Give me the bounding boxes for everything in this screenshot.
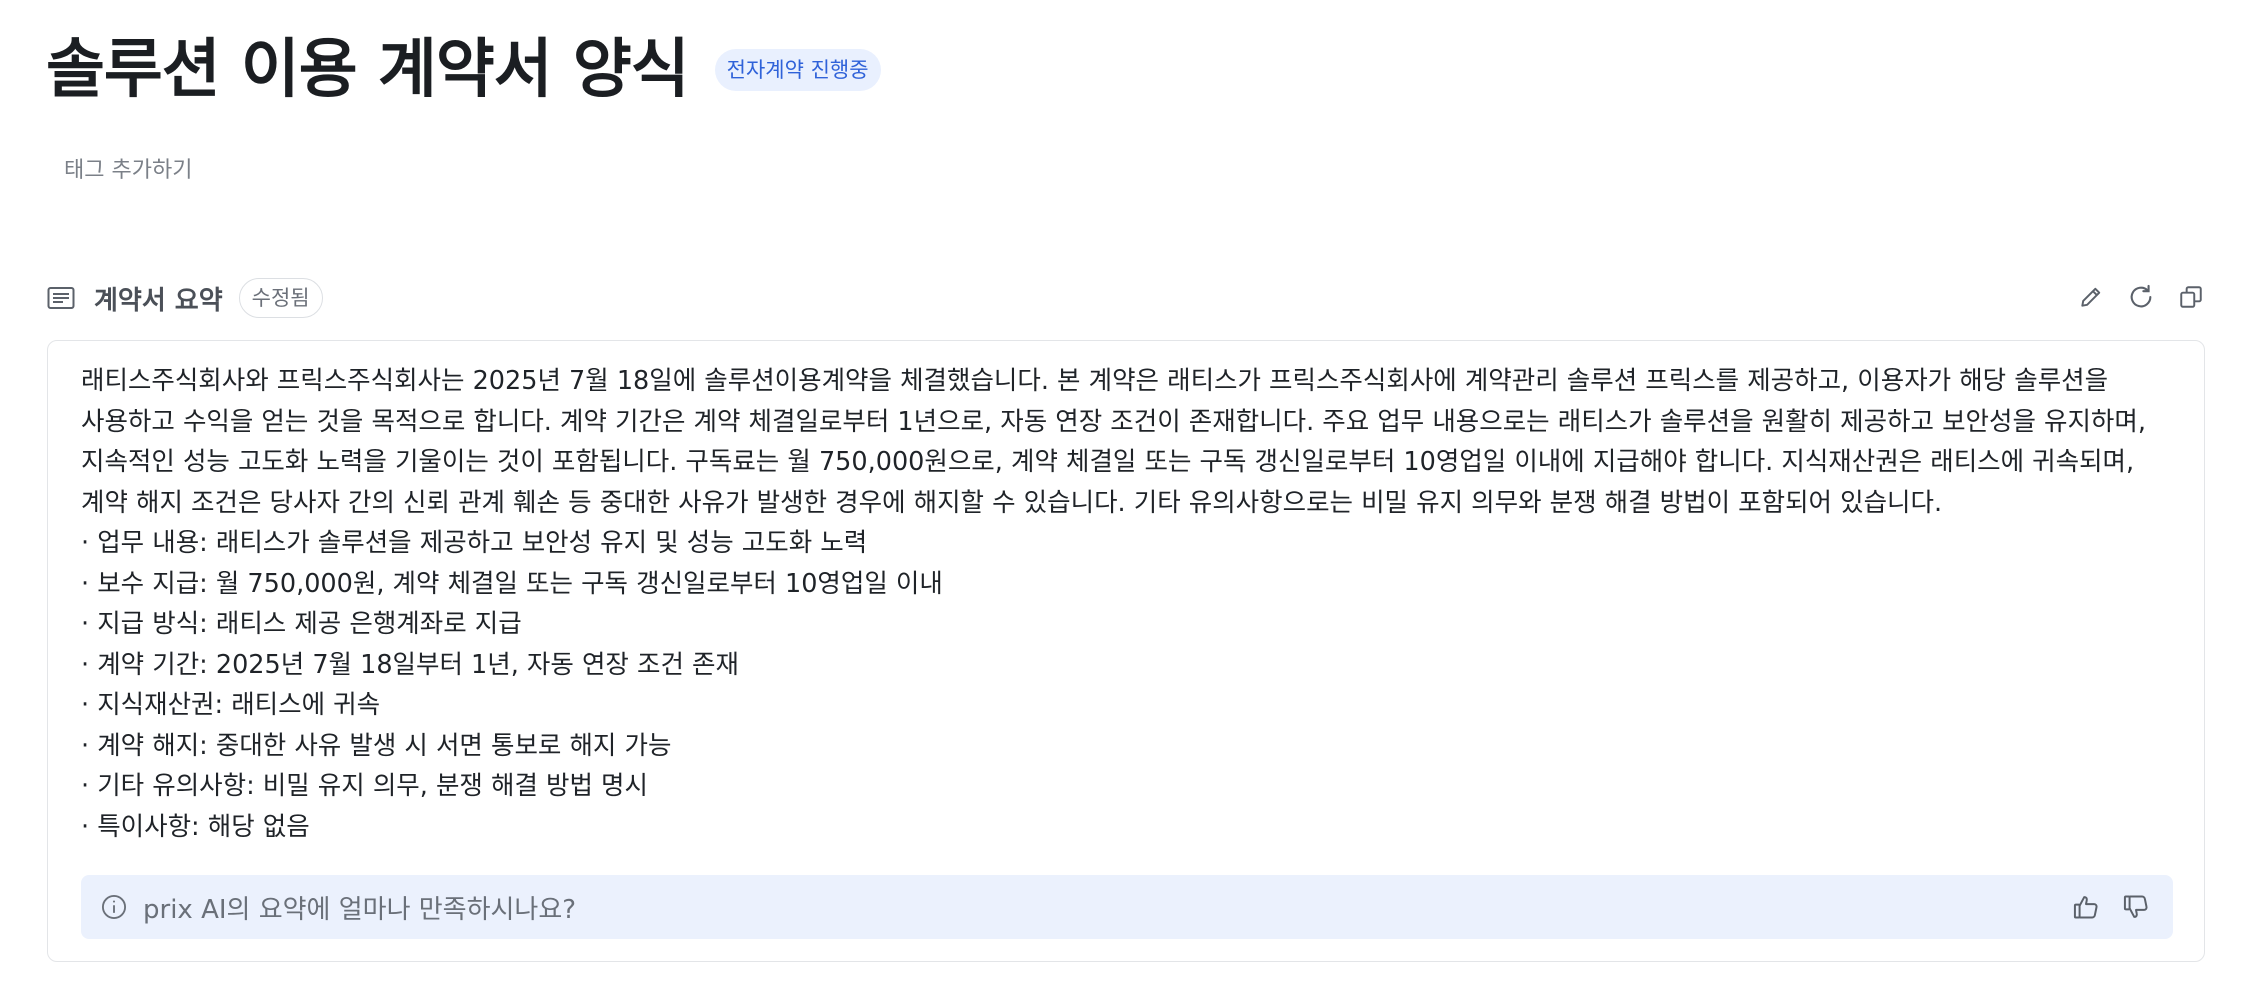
status-badge: 전자계약 진행중 <box>714 49 881 91</box>
bullet-item: · 계약 해지: 중대한 사유 발생 시 서면 통보로 해지 가능 <box>81 730 672 761</box>
feedback-bar: prix AI의 요약에 얼마나 만족하시나요? <box>81 875 2173 939</box>
summary-title: 계약서 요약 <box>94 285 223 316</box>
add-tag-button[interactable]: 태그 추가하기 <box>64 152 192 184</box>
bullet-item: · 지식재산권: 래티스에 귀속 <box>81 690 381 720</box>
bullet-item: · 기타 유의사항: 비밀 유지 의무, 분쟁 해결 방법 명시 <box>81 771 648 801</box>
page-title: 솔루션 이용 계약서 양식 <box>46 33 690 107</box>
summary-actions <box>2076 282 2206 312</box>
summary-header: 계약서 요약 수정됨 <box>46 276 2206 320</box>
thumbs-up-icon[interactable] <box>2071 892 2101 922</box>
bullet-item: · 계약 기간: 2025년 7월 18일부터 1년, 자동 연장 조건 존재 <box>81 649 739 680</box>
bullet-item: · 업무 내용: 래티스가 솔루션을 제공하고 보안성 유지 및 성능 고도화 … <box>81 528 868 558</box>
bullet-item: · 지급 방식: 래티스 제공 은행계좌로 지급 <box>81 609 522 639</box>
feedback-prompt: prix AI의 요약에 얼마나 만족하시나요? <box>143 894 577 925</box>
refresh-icon[interactable] <box>2126 282 2156 312</box>
copy-icon[interactable] <box>2176 282 2206 312</box>
document-lines-icon <box>46 283 76 313</box>
summary-bullet-list: · 업무 내용: 래티스가 솔루션을 제공하고 보안성 유지 및 성능 고도화 … <box>81 523 2175 847</box>
bullet-item: · 보수 지급: 월 750,000원, 계약 체결일 또는 구독 갱신일로부터… <box>81 568 943 599</box>
info-icon <box>99 892 129 922</box>
summary-body: 래티스주식회사와 프릭스주식회사는 2025년 7월 18일에 솔루션이용계약을… <box>81 361 2175 847</box>
edited-badge: 수정됨 <box>238 278 323 318</box>
feedback-actions <box>2071 892 2151 922</box>
summary-card: 래티스주식회사와 프릭스주식회사는 2025년 7월 18일에 솔루션이용계약을… <box>47 340 2205 962</box>
thumbs-down-icon[interactable] <box>2121 892 2151 922</box>
title-row: 솔루션 이용 계약서 양식 전자계약 진행중 <box>46 30 881 110</box>
pencil-icon[interactable] <box>2076 282 2106 312</box>
bullet-item: · 특이사항: 해당 없음 <box>81 811 310 842</box>
summary-paragraph: 래티스주식회사와 프릭스주식회사는 2025년 7월 18일에 솔루션이용계약을… <box>81 366 2146 518</box>
